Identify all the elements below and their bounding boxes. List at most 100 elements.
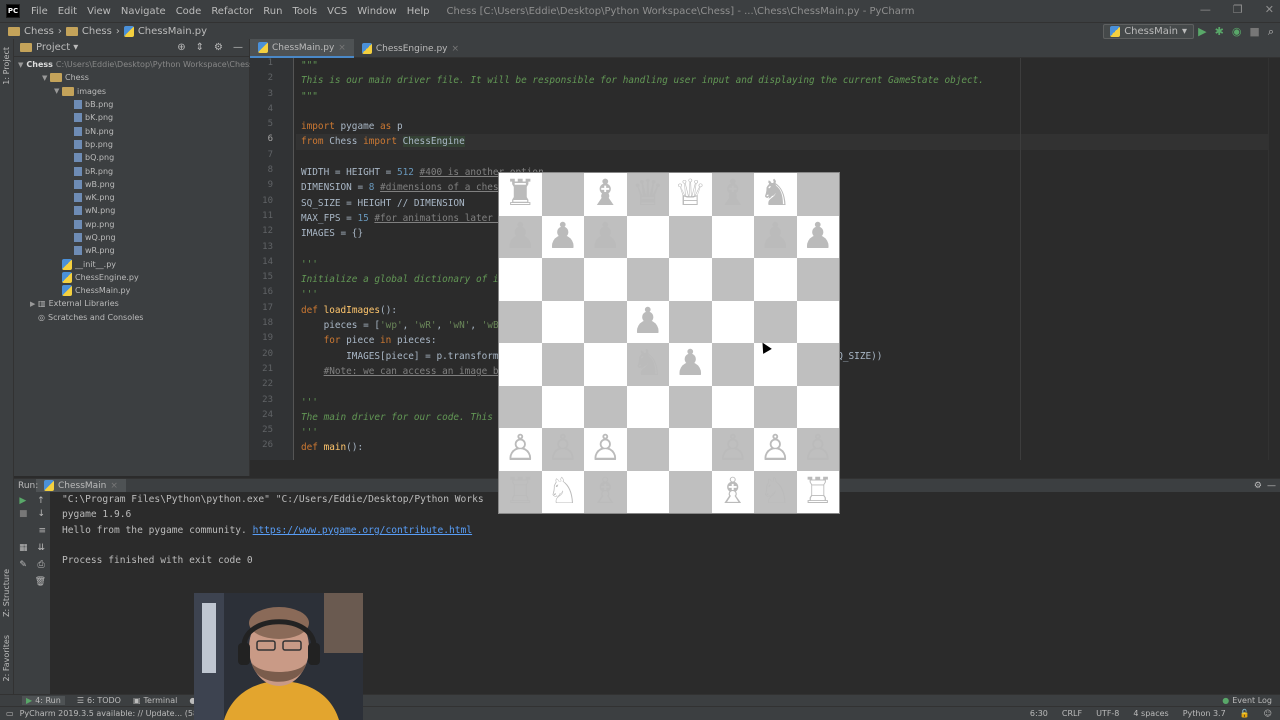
chess-piece-icon[interactable]: ♙ [504,431,536,467]
console-link[interactable]: https://www.pygame.org/contribute.html [253,525,473,536]
board-square[interactable] [499,300,542,343]
rerun-icon[interactable]: ▶ [19,496,26,509]
chess-piece-icon[interactable]: ♟ [632,303,664,340]
menu-help[interactable]: Help [402,6,435,17]
project-panel-title[interactable]: Project [36,42,70,53]
board-square[interactable] [541,385,584,428]
board-square[interactable] [669,470,712,513]
close-icon[interactable]: × [452,44,460,54]
menu-edit[interactable]: Edit [53,6,82,17]
maximize-icon[interactable]: ❐ [1233,3,1243,16]
board-square[interactable]: ♘ [541,470,584,513]
tree-root[interactable]: ▼ Chess C:\Users\Eddie\Desktop\Python Wo… [14,58,253,71]
board-square[interactable] [626,385,669,428]
gear-icon[interactable]: ⚙ [1254,481,1262,491]
soft-wrap-icon[interactable]: ≡ [38,526,46,543]
menu-refactor[interactable]: Refactor [206,6,258,17]
tool-run[interactable]: ▶ 4: Run [22,696,65,705]
chess-piece-icon[interactable]: ♖ [802,473,834,510]
stop-icon[interactable]: ■ [19,509,28,526]
chess-piece-icon[interactable]: ♗ [717,473,749,510]
chess-piece-icon[interactable]: ♜ [504,176,536,212]
tree-item[interactable]: ▶ ▥ External Libraries [14,297,249,310]
lock-icon[interactable]: 🔓 [1240,709,1250,718]
coverage-icon[interactable]: ◉ [1232,25,1242,39]
board-square[interactable] [669,428,712,471]
board-square[interactable]: ♙ [754,428,797,471]
menu-file[interactable]: File [26,6,53,17]
chess-piece-icon[interactable]: ♕ [674,176,706,212]
chess-piece-icon[interactable]: ♙ [589,431,621,467]
menu-tools[interactable]: Tools [287,6,322,17]
caret-position[interactable]: 6:30 [1030,709,1048,718]
tree-item[interactable]: wK.png [14,191,249,204]
board-square[interactable]: ♛ [626,173,669,216]
tree-item[interactable]: bK.png [14,111,249,124]
chess-piece-icon[interactable]: ♟ [802,218,834,255]
tree-item[interactable]: ◎ Scratches and Consoles [14,311,249,324]
collapse-icon[interactable]: ⇕ [196,42,204,53]
board-square[interactable] [669,215,712,258]
menu-vcs[interactable]: VCS [322,6,352,17]
board-square[interactable]: ♙ [584,428,627,471]
board-square[interactable]: ♟ [796,215,839,258]
favorites-tool-tab[interactable]: 2: Favorites [2,635,11,681]
board-square[interactable] [796,300,839,343]
chess-piece-icon[interactable]: ♟ [547,218,579,255]
board-square[interactable] [754,385,797,428]
editor-scrollbar[interactable] [1268,58,1280,460]
scroll-end-icon[interactable]: ⇊ [37,543,45,560]
board-square[interactable] [754,300,797,343]
board-square[interactable] [626,258,669,301]
file-encoding[interactable]: UTF-8 [1096,709,1119,718]
board-square[interactable] [626,470,669,513]
close-icon[interactable]: ✕ [1265,3,1274,16]
tree-item[interactable]: wp.png [14,218,249,231]
tab-chessengine[interactable]: ChessEngine.py × [354,39,467,58]
close-icon[interactable]: × [110,481,118,491]
chess-piece-icon[interactable]: ♟ [504,218,536,255]
board-square[interactable] [499,258,542,301]
board-square[interactable]: ♟ [541,215,584,258]
board-square[interactable]: ♘ [754,470,797,513]
board-square[interactable] [711,300,754,343]
board-square[interactable] [584,343,627,386]
board-square[interactable]: ♙ [499,428,542,471]
board-square[interactable]: ♗ [584,470,627,513]
board-square[interactable] [584,300,627,343]
board-square[interactable]: ♟ [626,300,669,343]
tree-item[interactable]: bN.png [14,124,249,137]
board-square[interactable]: ♖ [796,470,839,513]
board-square[interactable] [796,343,839,386]
breadcrumb-item[interactable]: ChessMain.py [138,26,207,37]
board-square[interactable] [541,173,584,216]
board-square[interactable] [796,173,839,216]
tree-item[interactable]: ChessEngine.py [14,271,249,284]
breadcrumb-item[interactable]: Chess [82,26,112,37]
menu-view[interactable]: View [82,6,116,17]
board-square[interactable] [541,258,584,301]
board-square[interactable]: ♙ [711,428,754,471]
chess-piece-icon[interactable]: ♙ [759,431,791,467]
run-tab[interactable]: ChessMain × [36,478,126,493]
board-square[interactable] [499,343,542,386]
tab-chessmain[interactable]: ChessMain.py × [250,39,354,58]
board-square[interactable]: ♖ [499,470,542,513]
tree-item[interactable]: bp.png [14,138,249,151]
search-icon[interactable]: ⌕ [1268,25,1274,39]
chess-piece-icon[interactable]: ♘ [547,473,579,510]
board-square[interactable] [626,428,669,471]
board-square[interactable] [541,300,584,343]
chess-piece-icon[interactable]: ♞ [759,176,791,212]
run-configuration-select[interactable]: ChessMain ▾ [1103,24,1194,39]
chess-piece-icon[interactable]: ♙ [717,431,749,467]
chess-piece-icon[interactable]: ♖ [504,473,536,510]
print-icon[interactable]: ⎙ [37,560,44,577]
tool-event-log[interactable]: ● Event Log [1222,696,1272,705]
chess-piece-icon[interactable]: ♝ [717,176,749,212]
tree-item[interactable]: __init__.py [14,257,249,270]
tree-item[interactable]: wR.png [14,244,249,257]
menu-run[interactable]: Run [258,6,287,17]
board-square[interactable]: ♟ [669,343,712,386]
arrow-down-icon[interactable]: ↓ [37,509,45,526]
